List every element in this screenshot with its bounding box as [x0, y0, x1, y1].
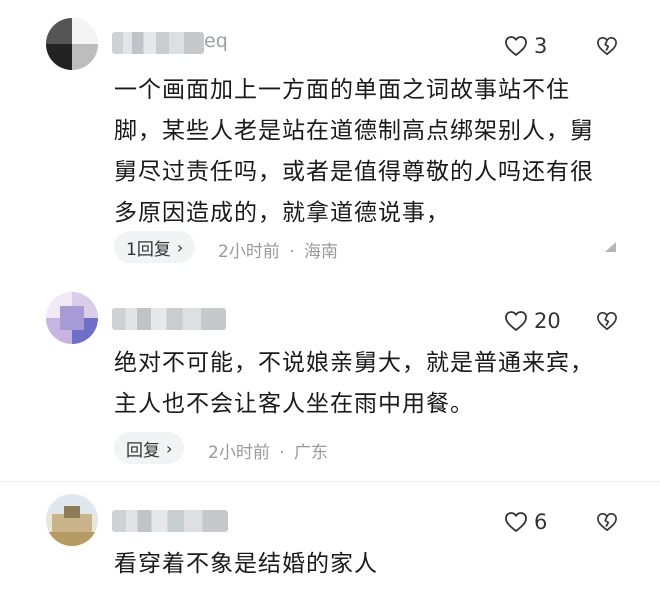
username[interactable] [112, 308, 226, 330]
like-button[interactable]: 20 [504, 309, 561, 333]
like-count: 20 [534, 309, 561, 333]
reply-button[interactable]: 回复 › [114, 432, 185, 464]
like-button[interactable]: 3 [504, 34, 547, 58]
broken-heart-icon[interactable] [596, 36, 618, 56]
broken-heart-icon[interactable] [596, 311, 618, 331]
timestamp: 2小时前 [218, 242, 280, 262]
location: 海南 [304, 242, 339, 262]
comment-meta: 2小时前 · 广东 [208, 443, 329, 463]
chevron-right-icon: › [166, 438, 173, 458]
chevron-right-icon: › [176, 237, 184, 257]
reply-button[interactable]: 1回复 › [114, 231, 196, 263]
heart-outline-icon [505, 512, 527, 532]
avatar[interactable] [46, 18, 98, 70]
divider [0, 481, 660, 482]
username-tail: eq [204, 30, 228, 52]
comment-body: 看穿着不象是结婚的家人 [114, 551, 378, 577]
timestamp: 2小时前 [208, 443, 270, 463]
location: 广东 [294, 443, 329, 463]
triangle-more-icon[interactable] [603, 241, 617, 253]
heart-outline-icon [505, 311, 527, 331]
username[interactable] [112, 32, 204, 54]
like-count: 3 [534, 34, 548, 58]
reply-label: 回复 [126, 440, 160, 461]
avatar[interactable] [46, 494, 98, 546]
username[interactable] [112, 510, 228, 532]
heart-outline-icon [505, 36, 527, 56]
avatar[interactable] [46, 292, 98, 344]
like-count: 6 [534, 510, 548, 534]
comment-body: 一个画面加上一方面的单面之词故事站不住 脚，某些人老是站在道德制高点绑架别人，舅… [114, 77, 594, 226]
like-button[interactable]: 6 [504, 510, 547, 534]
comment-body: 绝对不可能，不说娘亲舅大，就是普通来宾， 主人也不会让客人坐在雨中用餐。 [114, 350, 594, 417]
comment-meta: 2小时前 · 海南 [218, 242, 339, 262]
broken-heart-icon[interactable] [596, 512, 618, 532]
reply-label: 1回复 [126, 239, 171, 260]
